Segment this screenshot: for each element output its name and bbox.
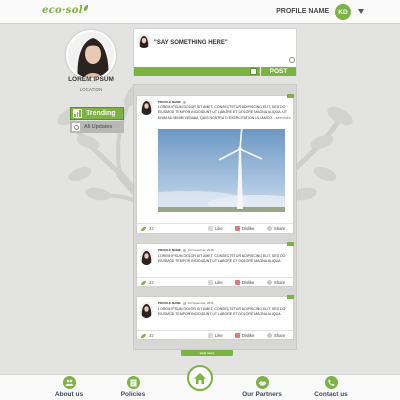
privacy-icon xyxy=(182,301,186,305)
phone-icon xyxy=(324,376,338,389)
thumbs-up-icon xyxy=(208,226,213,231)
dislike-button[interactable]: Dislike xyxy=(235,280,254,285)
dislike-button[interactable]: Dislike xyxy=(235,226,254,231)
all-updates-label: All Updates xyxy=(84,124,113,130)
smiley-icon[interactable] xyxy=(289,57,295,63)
profile-location: LOCATION xyxy=(79,87,103,92)
post-text: LOREM IPSUM DOLOR SIT AMET, CONSECTETUR … xyxy=(158,254,286,264)
footer-policies[interactable]: Policies xyxy=(104,376,162,398)
privacy-icon xyxy=(182,248,186,252)
composer-bar: POST xyxy=(134,67,296,76)
people-icon xyxy=(62,376,76,389)
post-avatar[interactable] xyxy=(140,99,153,115)
leaf-icon xyxy=(141,280,146,285)
avatar[interactable]: KD xyxy=(335,4,351,20)
thumbs-down-icon xyxy=(235,333,240,338)
leaf-icon xyxy=(141,333,146,338)
leaf-count: 22 xyxy=(141,226,154,231)
logo[interactable]: eco·sol xyxy=(42,5,88,16)
share-button[interactable]: Share xyxy=(267,280,285,285)
post-author[interactable]: PROFILE NAME xyxy=(158,248,181,252)
post-actions: 22 Like Dislike Share xyxy=(137,223,293,232)
updates-icon xyxy=(72,123,80,131)
share-icon xyxy=(267,280,272,285)
share-button[interactable]: Share xyxy=(267,333,285,338)
post-actions: 22 Like Dislike Share xyxy=(137,277,293,286)
like-button[interactable]: Like xyxy=(208,333,223,338)
post-date: 14 November, 2016 xyxy=(187,248,214,252)
thumbs-up-icon xyxy=(208,333,213,338)
home-button[interactable] xyxy=(187,365,213,391)
footer-label: Policies xyxy=(120,391,146,398)
post-corner-tag xyxy=(287,295,294,299)
post-card: PROFILE NAME LOREM IPSUM DOLOR SIT AMET,… xyxy=(136,94,294,234)
post-avatar[interactable] xyxy=(140,302,153,318)
post-actions: 22 Like Dislike Share xyxy=(137,330,293,339)
post-text: LOREM IPSUM DOLOR SIT AMET, CONSECTETUR … xyxy=(158,105,291,120)
post-header: PROFILE NAME xyxy=(158,100,187,104)
leaf-count: 22 xyxy=(141,333,154,338)
status-input[interactable]: "SAY SOMETHING HERE" xyxy=(154,40,228,46)
post-button[interactable]: POST xyxy=(260,67,296,76)
footer-contact-us[interactable]: Contact us xyxy=(302,376,360,398)
share-icon xyxy=(267,333,272,338)
leaf-count: 22 xyxy=(141,280,154,285)
post-corner-tag xyxy=(287,242,294,246)
privacy-icon xyxy=(182,100,186,104)
document-icon xyxy=(126,376,140,389)
thumbs-down-icon xyxy=(235,226,240,231)
chart-icon xyxy=(73,109,82,118)
leaf-icon xyxy=(141,226,146,231)
footer-label: Contact us xyxy=(314,391,348,398)
like-button[interactable]: Like xyxy=(208,226,223,231)
post-card: PROFILE NAME 14 November, 2016 LOREM IPS… xyxy=(136,295,294,340)
all-updates-button[interactable]: All Updates xyxy=(70,121,124,133)
profile-photo[interactable] xyxy=(66,30,116,80)
post-card: PROFILE NAME 14 November, 2016 LOREM IPS… xyxy=(136,242,294,287)
profile-title: LOREM IPSUM xyxy=(68,76,114,83)
footer-label: About us xyxy=(54,391,84,398)
home-icon xyxy=(194,372,206,384)
footer-about-us[interactable]: About us xyxy=(40,376,98,398)
trending-label: Trending xyxy=(86,110,116,117)
chevron-down-icon[interactable] xyxy=(358,9,364,14)
post-text: LOREM IPSUM DOLOR SIT AMET, CONSECTETUR … xyxy=(158,307,286,317)
share-button[interactable]: Share xyxy=(267,226,285,231)
post-header: PROFILE NAME 14 November, 2016 xyxy=(158,301,214,305)
share-icon xyxy=(267,226,272,231)
thumbs-down-icon xyxy=(235,280,240,285)
like-button[interactable]: Like xyxy=(208,280,223,285)
post-author[interactable]: PROFILE NAME xyxy=(158,301,181,305)
view-more-button[interactable]: view more xyxy=(181,350,233,356)
photo-icon[interactable] xyxy=(250,68,257,75)
trending-button[interactable]: Trending xyxy=(70,107,124,120)
dislike-button[interactable]: Dislike xyxy=(235,333,254,338)
post-corner-tag xyxy=(287,94,294,98)
footer-our-partners[interactable]: Our Partners xyxy=(233,376,291,398)
composer: "SAY SOMETHING HERE" POST xyxy=(133,28,297,76)
post-photo[interactable] xyxy=(158,129,285,212)
feed[interactable]: PROFILE NAME LOREM IPSUM DOLOR SIT AMET,… xyxy=(133,84,297,350)
thumbs-up-icon xyxy=(208,280,213,285)
composer-avatar xyxy=(137,34,151,48)
see-more-link[interactable]: ..see more xyxy=(274,116,291,120)
profile-name-label[interactable]: PROFILE NAME xyxy=(276,8,329,15)
post-avatar[interactable] xyxy=(140,249,153,265)
handshake-icon xyxy=(255,376,269,389)
post-header: PROFILE NAME 14 November, 2016 xyxy=(158,248,214,252)
top-bar: eco·sol PROFILE NAME KD xyxy=(0,0,400,24)
post-author[interactable]: PROFILE NAME xyxy=(158,100,181,104)
sprout-icon xyxy=(83,5,88,11)
footer-label: Our Partners xyxy=(242,391,282,398)
post-date: 14 November, 2016 xyxy=(187,301,214,305)
